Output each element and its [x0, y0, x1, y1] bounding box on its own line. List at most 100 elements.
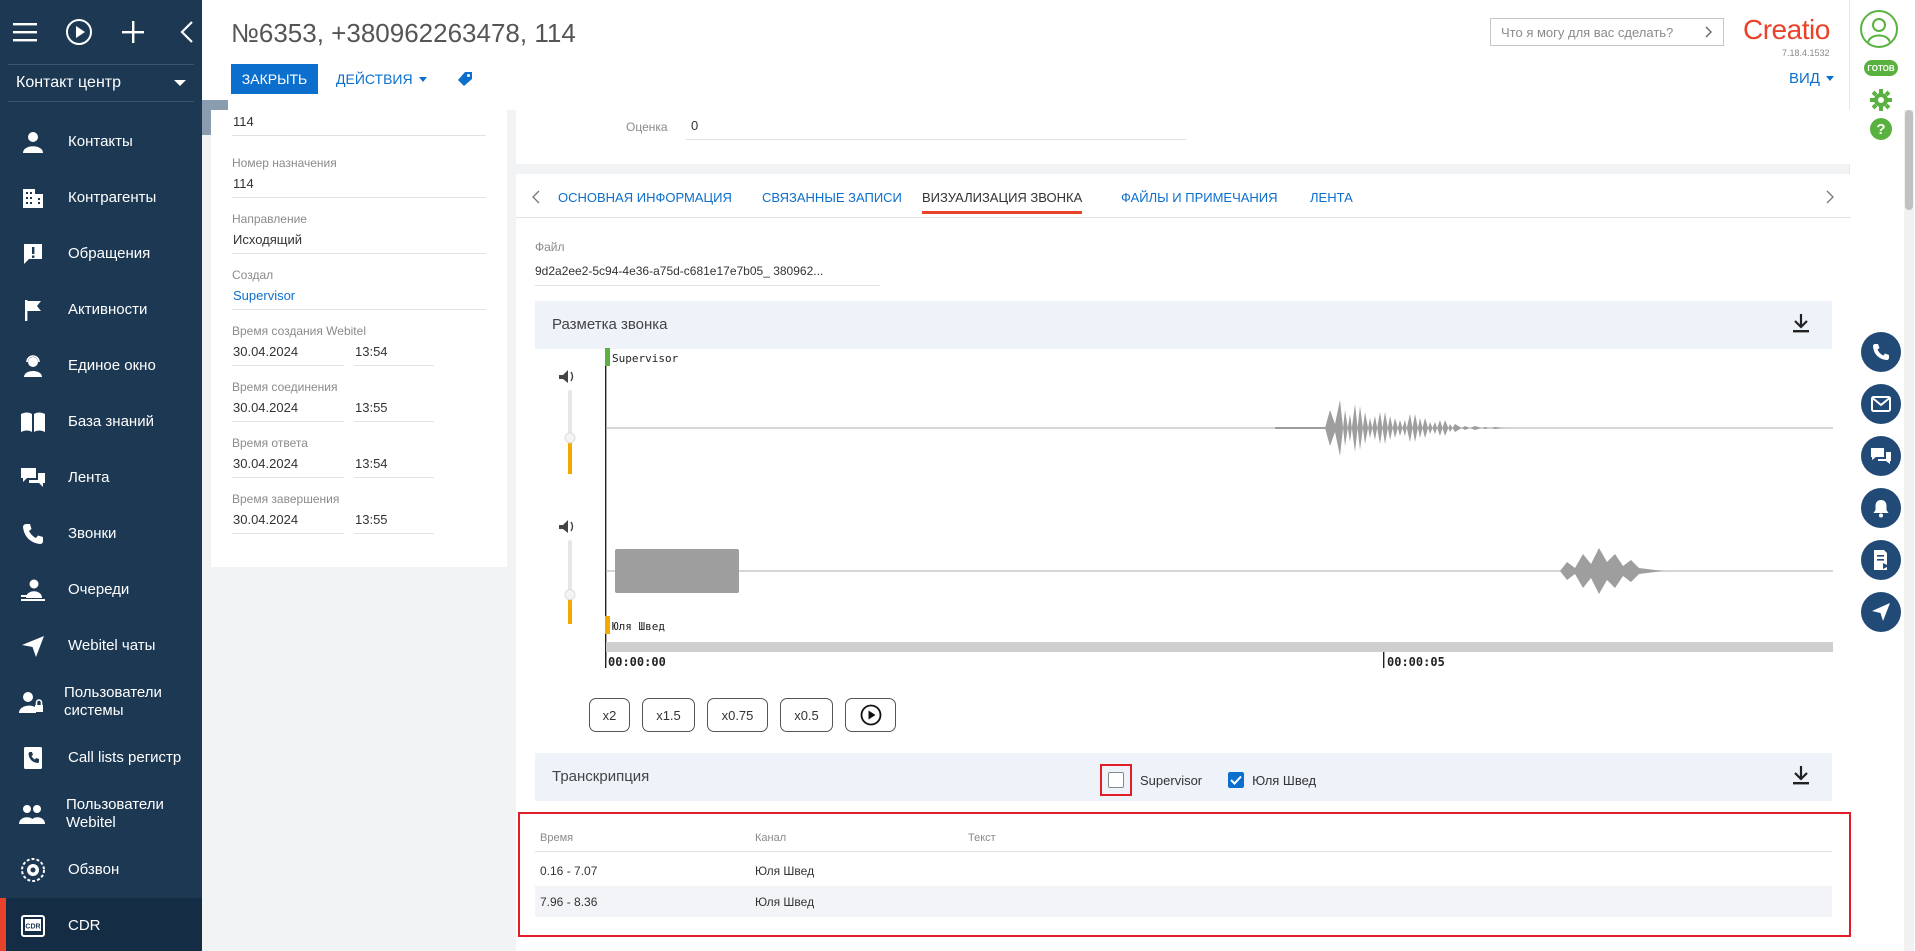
help-icon[interactable]: ? — [1869, 117, 1893, 141]
direction-field: Направление Исходящий — [232, 212, 486, 254]
created-webitel-date[interactable]: 30.04.2024 — [232, 340, 344, 366]
table-row[interactable]: 0.16 - 7.07 Юля Швед — [535, 855, 1832, 886]
connect-time[interactable]: 13:55 — [354, 396, 434, 422]
created-webitel-field: Время создания Webitel 30.04.2024 13:54 — [232, 324, 486, 366]
chat-icon[interactable] — [1861, 436, 1901, 476]
page-scrollbar-track[interactable] — [1904, 110, 1914, 951]
end-date[interactable]: 30.04.2024 — [232, 508, 344, 534]
answer-date[interactable]: 30.04.2024 — [232, 452, 344, 478]
field-partial-value: 114 — [232, 110, 486, 136]
speed-x1-5-button[interactable]: x1.5 — [642, 698, 695, 732]
users-icon — [18, 799, 46, 829]
timeline-tick-start — [605, 652, 607, 668]
sidebar-item-users[interactable]: Пользователи Webitel — [0, 786, 202, 842]
second-channel-checkbox[interactable] — [1228, 772, 1245, 788]
connect-date[interactable]: 30.04.2024 — [232, 396, 344, 422]
transcription-table: Время Канал Текст 0.16 - 7.07 Юля Швед 7… — [535, 824, 1832, 917]
volume-knob-second-channel[interactable] — [564, 589, 576, 601]
direction-value[interactable]: Исходящий — [232, 228, 486, 254]
play-button[interactable] — [845, 698, 896, 732]
sidebar-item-user-lock[interactable]: Пользователи системы — [0, 674, 202, 730]
column-channel[interactable]: Канал — [755, 832, 786, 844]
created-webitel-label: Время создания Webitel — [232, 324, 366, 338]
tabs-next-icon[interactable] — [1826, 190, 1834, 204]
email-icon[interactable] — [1861, 384, 1901, 424]
answer-time-field: Время ответа 30.04.2024 13:54 — [232, 436, 486, 478]
volume-icon[interactable] — [559, 370, 574, 383]
page-scrollbar-thumb[interactable] — [1905, 110, 1913, 210]
playhead-cursor[interactable] — [605, 348, 607, 660]
sidebar-item-chat[interactable]: Лента — [0, 450, 202, 506]
tab-feed[interactable]: ЛЕНТА — [1310, 190, 1353, 214]
column-text[interactable]: Текст — [968, 832, 996, 844]
sidebar-item-person[interactable]: Контакты — [0, 114, 202, 170]
bell-icon[interactable] — [1861, 488, 1901, 528]
sidebar-item-exclamation[interactable]: Обращения — [0, 226, 202, 282]
end-time-field: Время завершения 30.04.2024 13:55 — [232, 492, 486, 534]
volume-knob-supervisor[interactable] — [564, 432, 576, 444]
tab-main-info[interactable]: ОСНОВНАЯ ИНФОРМАЦИЯ — [558, 190, 732, 214]
main-card: ОСНОВНАЯ ИНФОРМАЦИЯ СВЯЗАННЫЕ ЗАПИСИ ВИЗ… — [516, 174, 1851, 951]
sidebar-toolbar — [0, 0, 202, 64]
sidebar-item-phone-book[interactable]: Call lists регистр — [0, 730, 202, 786]
sidebar-item-flag[interactable]: Активности — [0, 282, 202, 338]
phone-icon[interactable] — [1861, 332, 1901, 372]
call-waveform[interactable]: Supervisor Юля Швед 00:00:00 00:00:05 — [555, 348, 1833, 668]
destination-value[interactable]: 114 — [232, 172, 486, 198]
plus-icon[interactable] — [118, 17, 148, 47]
sidebar-item-building[interactable]: Контрагенты — [0, 170, 202, 226]
rating-value[interactable]: 0 — [686, 114, 1186, 140]
file-value[interactable]: 9d2a2ee2-5c94-4e36-a75d-c681e17e7b05_ 38… — [535, 260, 880, 286]
created-by-link[interactable]: Supervisor — [232, 284, 486, 310]
command-search-input[interactable]: Что я могу для вас сделать? — [1490, 18, 1724, 46]
download-icon[interactable] — [1792, 313, 1810, 333]
volume-icon[interactable] — [559, 520, 574, 533]
sidebar-item-queue[interactable]: Очереди — [0, 562, 202, 618]
speed-x0-5-button[interactable]: x0.5 — [780, 698, 833, 732]
workspace-select[interactable]: Контакт центр — [8, 64, 194, 102]
second-channel-filter-label: Юля Швед — [1252, 772, 1317, 788]
send-icon[interactable] — [1861, 592, 1901, 632]
download-icon[interactable] — [1792, 765, 1810, 785]
play-circle-icon[interactable] — [64, 17, 94, 47]
gear-icon[interactable] — [1869, 88, 1893, 112]
answer-time[interactable]: 13:54 — [354, 452, 434, 478]
sidebar-item-label: Контрагенты — [68, 189, 157, 206]
actions-button[interactable]: ДЕЙСТВИЯ — [336, 64, 427, 94]
sidebar-item-label: Единое окно — [68, 357, 156, 374]
playback-controls: x2 x1.5 x0.75 x0.5 — [589, 698, 896, 732]
speed-x2-button[interactable]: x2 — [589, 698, 630, 732]
tabs-prev-icon[interactable] — [532, 190, 540, 204]
created-webitel-time[interactable]: 13:54 — [354, 340, 434, 366]
sidebar-item-send[interactable]: Webitel чаты — [0, 618, 202, 674]
column-time[interactable]: Время — [540, 832, 573, 844]
search-placeholder: Что я могу для вас сделать? — [1501, 24, 1674, 40]
status-badge[interactable]: ГОТОВ — [1864, 60, 1898, 76]
speed-x0-75-button[interactable]: x0.75 — [707, 698, 768, 732]
user-avatar[interactable] — [1860, 10, 1898, 48]
play-circle-icon — [860, 704, 881, 726]
tag-icon[interactable] — [457, 71, 473, 87]
view-button[interactable]: ВИД — [1789, 70, 1834, 87]
document-arrow-icon[interactable] — [1861, 540, 1901, 580]
tab-files-notes[interactable]: ФАЙЛЫ И ПРИМЕЧАНИЯ — [1121, 190, 1278, 214]
sidebar-item-agent[interactable]: Единое окно — [0, 338, 202, 394]
sidebar-item-book[interactable]: База знаний — [0, 394, 202, 450]
sidebar-item-phone[interactable]: Звонки — [0, 506, 202, 562]
field-partial: 114 — [232, 110, 486, 136]
menu-icon[interactable] — [10, 17, 40, 47]
supervisor-checkbox[interactable] — [1108, 772, 1124, 788]
sidebar-item-label: Пользователи Webitel — [66, 796, 164, 831]
timeline-track[interactable] — [606, 642, 1833, 652]
row-channel: Юля Швед — [755, 863, 815, 878]
table-row[interactable]: 7.96 - 8.36 Юля Швед — [535, 886, 1832, 917]
collapse-left-icon[interactable] — [172, 17, 202, 47]
tab-call-visualization[interactable]: ВИЗУАЛИЗАЦИЯ ЗВОНКА — [922, 190, 1083, 214]
end-time[interactable]: 13:55 — [354, 508, 434, 534]
sidebar-item-dialer[interactable]: Обзвон — [0, 842, 202, 898]
tab-related-records[interactable]: СВЯЗАННЫЕ ЗАПИСИ — [762, 190, 902, 214]
transcription-title: Транскрипция — [552, 768, 650, 785]
sidebar-item-cdr[interactable]: CDR CDR — [0, 898, 202, 951]
close-button[interactable]: ЗАКРЫТЬ — [231, 64, 318, 94]
channel-filters: Supervisor Юля Швед — [1100, 764, 1317, 796]
